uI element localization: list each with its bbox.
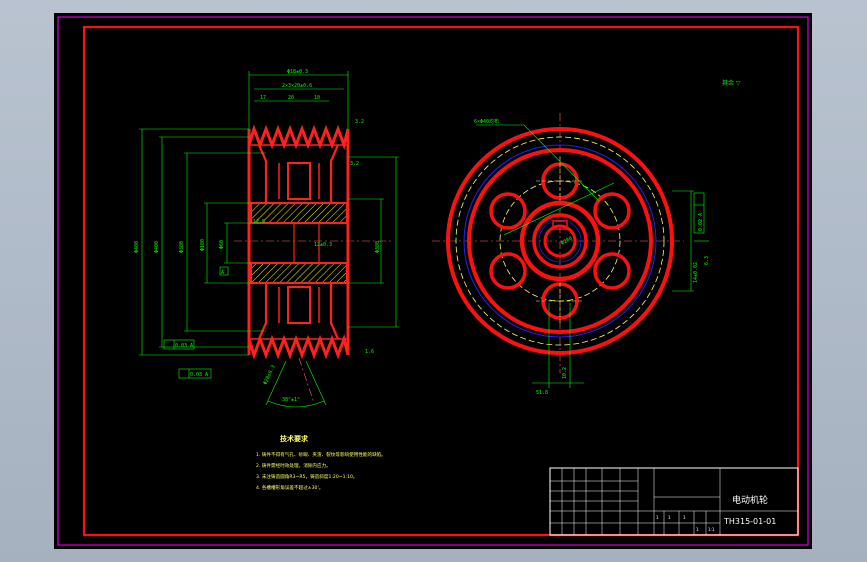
part-name: 电动机轮 <box>732 494 768 506</box>
tb-cell-2: 1 <box>668 515 671 520</box>
roughness-top-right: 3.2 <box>350 161 359 167</box>
drawing-number: TH315-01-01 <box>723 517 776 526</box>
roughness-front-right: 6.3 <box>704 256 710 265</box>
front-dim-10: 10.2 <box>562 367 568 379</box>
roughness-top: 3.2 <box>355 119 364 125</box>
holes-label: 6×Φ40均布 <box>474 118 499 125</box>
dim-outer-dia: Φ480 <box>134 241 140 253</box>
dim-20: 20 <box>288 95 294 101</box>
gdt-left-2: 0.03 A <box>190 372 208 378</box>
dim-web-dia: Φ380 <box>179 241 185 253</box>
dim-hub-dia: Φ180 <box>200 239 206 251</box>
tb-cell-scale: 1:1 <box>708 527 715 532</box>
gdt-left-1: 0.03 A <box>175 343 193 349</box>
hub-section-upper <box>250 202 348 224</box>
hub-section-lower <box>250 262 348 284</box>
tech-req-heading: 技术要求 <box>280 434 309 443</box>
technical-requirements: 技术要求 1. 铸件不得有气孔、砂眼、夹渣、裂纹等影响使用性能的缺陷。 2. 铸… <box>256 434 386 491</box>
tech-req-item-3: 3. 未注铸造圆角R3~R5，铸造斜度1:20~1:10。 <box>256 473 358 480</box>
cad-viewport[interactable]: Φ18±0.3 2×3×20±0.6 17 20 10 Φ480 Φ400 Φ3… <box>54 13 812 549</box>
dim-17: 17 <box>260 95 266 101</box>
roughness-left: 12.5 <box>253 219 265 225</box>
datum-a: A <box>221 270 224 276</box>
tech-req-item-1: 1. 铸件不得有气孔、砂眼、夹渣、裂纹等影响使用性能的缺陷。 <box>256 451 386 458</box>
groove-dim: Φ28±0.3 <box>262 364 276 386</box>
dim-right-dia: Φ380 <box>375 241 381 253</box>
dim-pitch-dia: Φ400 <box>154 241 160 253</box>
tech-req-item-2: 2. 铸件需经时效处理，消除内应力。 <box>256 462 331 469</box>
front-view: 6×Φ40均布 Φ280 51.8 10.2 0.02 A 14±0.02 6.… <box>432 113 710 396</box>
dim-overall-width: Φ18±0.3 <box>287 69 308 75</box>
rim-grooves-bottom <box>247 333 350 360</box>
tech-req-item-4: 4. 各槽槽形角误差不超过±30'。 <box>256 484 323 491</box>
surface-note: 其余 ▽ <box>722 79 741 87</box>
rim-grooves-top <box>247 124 350 151</box>
dim-bore-dia: Φ60 <box>219 240 225 249</box>
side-section-view: Φ18±0.3 2×3×20±0.6 17 20 10 Φ480 Φ400 Φ3… <box>134 69 399 408</box>
roughness-bottom-right: 1.6 <box>365 349 374 355</box>
tb-cell-1: 1 <box>656 515 659 520</box>
drawing-canvas: Φ18±0.3 2×3×20±0.6 17 20 10 Φ480 Φ400 Φ3… <box>57 16 809 546</box>
title-block: 电动机轮 TH315-01-01 1 1 1 1:1 1 <box>549 467 799 536</box>
groove-angle: 38°±1° <box>282 397 300 403</box>
front-dia-280: Φ280 <box>560 236 573 247</box>
tb-cell-3: 1 <box>683 515 686 520</box>
keyway-label: 12±0.3 <box>314 242 332 248</box>
tb-cell-5: 1 <box>696 527 699 532</box>
front-gdt: 0.02 A <box>698 213 704 231</box>
dim-groove-pitch: 2×3×20±0.6 <box>282 83 312 89</box>
front-dim-51: 51.8 <box>536 390 548 396</box>
key-dim: 14±0.02 <box>693 262 699 283</box>
dim-10: 10 <box>314 95 320 101</box>
